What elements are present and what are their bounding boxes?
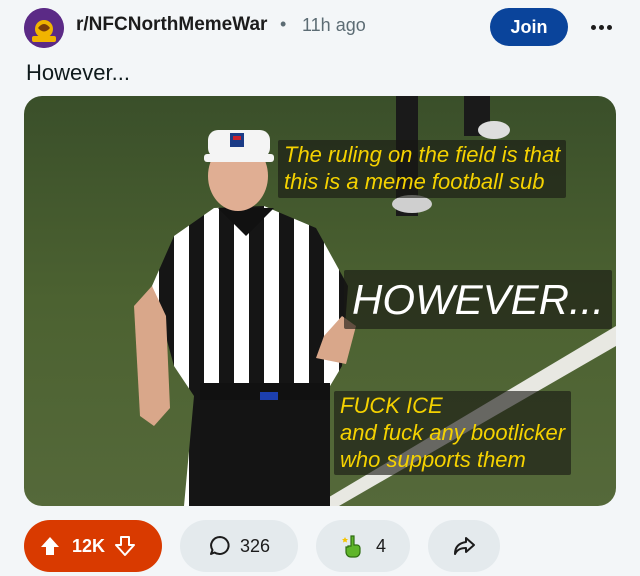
downvote-arrow-icon[interactable] — [113, 534, 137, 558]
comment-bubble-icon — [209, 536, 230, 555]
caption-bottom-line-3: who supports them — [340, 446, 526, 472]
upvote-count: 12K — [72, 535, 106, 556]
upvote-arrow-icon[interactable] — [38, 534, 62, 558]
caption-bottom-line-2: and fuck any bootlicker — [340, 419, 566, 445]
comments-button[interactable]: 326 — [180, 520, 298, 572]
caption-bottom-line-1: FUCK ICE — [340, 393, 443, 418]
caption-bottom: FUCK ICE and fuck any bootlicker who sup… — [334, 391, 572, 476]
award-count: 4 — [375, 535, 386, 556]
caption-top-line-1: The ruling on the field is that — [284, 142, 561, 167]
more-icon[interactable] — [584, 10, 618, 44]
caption-top: The ruling on the field is that this is … — [278, 140, 567, 198]
comment-count: 326 — [239, 535, 271, 556]
awards-button[interactable]: 4 — [316, 520, 410, 572]
post-header: r/NFCNorthMemeWar • 11h ago Join — [0, 0, 640, 56]
subreddit-avatar[interactable] — [24, 8, 64, 48]
award-hand-icon — [341, 535, 361, 558]
post-image[interactable]: The ruling on the field is that this is … — [24, 96, 616, 506]
caption-top-line-2: this is a meme football sub — [284, 168, 545, 194]
subreddit-name[interactable]: r/NFCNorthMemeWar — [76, 14, 267, 36]
join-button[interactable]: Join — [490, 8, 568, 46]
post-actions: 12K 326 4 — [0, 520, 640, 572]
post-timestamp: 11h ago — [302, 15, 366, 35]
share-button[interactable] — [428, 520, 500, 572]
caption-middle: HOWEVER... — [344, 270, 613, 330]
subreddit-logo-icon — [24, 8, 64, 48]
vote-bar: 12K — [24, 520, 162, 572]
post-title[interactable]: However... — [26, 60, 130, 86]
share-arrow-icon — [454, 537, 475, 555]
separator-dot: • — [280, 14, 287, 34]
